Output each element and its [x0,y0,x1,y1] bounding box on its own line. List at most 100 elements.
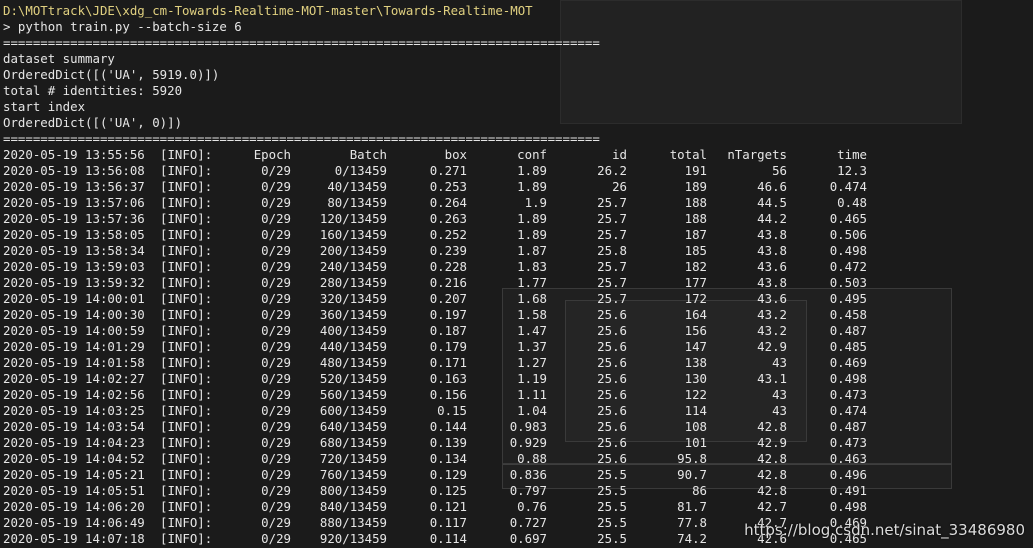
cell-conf: 1.77 [517,275,547,290]
cell-time: 0.506 [829,227,867,242]
cell-id: 25.6 [597,339,627,354]
cell-time: 0.487 [829,323,867,338]
cell-epoch: 0/29 [261,243,291,258]
cell-box: 0.263 [429,211,467,226]
column-header-conf: conf [517,147,547,162]
log-row: 2020-05-19 14:04:52 [INFO]: 0/29 720/13459 0… [3,451,867,467]
log-level-tag: [INFO]: [160,291,213,306]
cell-time: 0.463 [829,451,867,466]
cell-ntargets: 42.8 [757,467,787,482]
cell-box: 0.117 [429,515,467,530]
column-header-time: time [837,147,867,162]
column-header-ntargets: nTargets [727,147,787,162]
cell-conf: 1.68 [517,291,547,306]
cell-batch: 360/13459 [319,307,387,322]
cell-total: 185 [684,243,707,258]
log-row: 2020-05-19 14:00:30 [INFO]: 0/29 360/13459 0… [3,307,867,323]
cell-ntargets: 42.8 [757,483,787,498]
log-timestamp: 2020-05-19 14:02:27 [3,371,145,386]
log-timestamp: 2020-05-19 14:04:52 [3,451,145,466]
log-row: 2020-05-19 13:58:05 [INFO]: 0/29 160/13459 0… [3,227,867,243]
log-level-tag: [INFO]: [160,483,213,498]
terminal-window[interactable]: D:\MOTtrack\JDE\xdg_cm-Towards-Realtime-… [0,0,1033,548]
separator-line: ========================================… [3,131,600,146]
cell-id: 25.5 [597,515,627,530]
log-rows: 2020-05-19 13:56:08 [INFO]: 0/29 0/13459 0.2… [3,163,867,547]
cell-box: 0.134 [429,451,467,466]
log-timestamp: 2020-05-19 14:06:20 [3,499,145,514]
cell-id: 25.6 [597,323,627,338]
log-header-row: 2020-05-19 13:55:56 [INFO]: Epoch Batch … [3,147,867,163]
log-timestamp: 2020-05-19 13:58:05 [3,227,145,242]
log-timestamp: 2020-05-19 13:57:06 [3,195,145,210]
cell-id: 25.6 [597,371,627,386]
log-level-tag: [INFO]: [160,323,213,338]
log-row: 2020-05-19 13:56:08 [INFO]: 0/29 0/13459 0.2… [3,163,867,179]
log-timestamp: 2020-05-19 14:03:54 [3,419,145,434]
cell-time: 0.469 [829,355,867,370]
log-row: 2020-05-19 14:00:59 [INFO]: 0/29 400/13459 0… [3,323,867,339]
cell-batch: 600/13459 [319,403,387,418]
cell-batch: 880/13459 [319,515,387,530]
log-level-tag: [INFO]: [160,339,213,354]
cell-batch: 680/13459 [319,435,387,450]
cell-total: 74.2 [677,531,707,546]
cell-id: 25.7 [597,275,627,290]
log-level-tag: [INFO]: [160,275,213,290]
cell-ntargets: 43.2 [757,323,787,338]
log-timestamp: 2020-05-19 13:59:03 [3,259,145,274]
cell-ntargets: 42.8 [757,419,787,434]
cell-time: 0.472 [829,259,867,274]
log-row: 2020-05-19 13:57:06 [INFO]: 0/29 80/13459 0.… [3,195,867,211]
column-header-epoch: Epoch [253,147,291,162]
cell-batch: 800/13459 [319,483,387,498]
cell-total: 130 [684,371,707,386]
cell-conf: 1.47 [517,323,547,338]
cell-conf: 1.89 [517,227,547,242]
log-row: 2020-05-19 14:06:49 [INFO]: 0/29 880/13459 0… [3,515,867,531]
log-timestamp: 2020-05-19 14:00:01 [3,291,145,306]
cell-time: 0.474 [829,179,867,194]
log-level-tag: [INFO]: [160,467,213,482]
log-timestamp: 2020-05-19 14:03:25 [3,403,145,418]
cell-box: 0.228 [429,259,467,274]
cell-batch: 160/13459 [319,227,387,242]
summary-line: total # identities: 5920 [3,83,183,98]
cell-time: 0.473 [829,387,867,402]
cell-batch: 120/13459 [319,211,387,226]
log-row: 2020-05-19 14:03:54 [INFO]: 0/29 640/13459 0… [3,419,867,435]
cell-total: 147 [684,339,707,354]
log-level-tag: [INFO]: [160,147,213,162]
cell-batch: 920/13459 [319,531,387,546]
log-row: 2020-05-19 13:59:32 [INFO]: 0/29 280/13459 0… [3,275,867,291]
log-timestamp: 2020-05-19 14:01:58 [3,355,145,370]
column-header-batch: Batch [349,147,387,162]
cell-epoch: 0/29 [261,227,291,242]
cell-total: 90.7 [677,467,707,482]
cell-conf: 1.04 [517,403,547,418]
cell-conf: 1.87 [517,243,547,258]
cell-epoch: 0/29 [261,403,291,418]
log-row: 2020-05-19 14:00:01 [INFO]: 0/29 320/13459 0… [3,291,867,307]
cell-time: 0.498 [829,371,867,386]
cell-box: 0.156 [429,387,467,402]
cell-time: 0.487 [829,419,867,434]
cell-batch: 400/13459 [319,323,387,338]
log-level-tag: [INFO]: [160,243,213,258]
cell-id: 25.8 [597,243,627,258]
cell-ntargets: 43.6 [757,291,787,306]
cell-epoch: 0/29 [261,515,291,530]
cell-ntargets: 44.5 [757,195,787,210]
cell-time: 12.3 [837,163,867,178]
cell-conf: 0.983 [509,419,547,434]
column-header-total: total [669,147,707,162]
cell-batch: 0/13459 [334,163,387,178]
cell-total: 156 [684,323,707,338]
cell-box: 0.187 [429,323,467,338]
cell-conf: 1.89 [517,211,547,226]
cell-epoch: 0/29 [261,323,291,338]
cell-ntargets: 42.7 [757,499,787,514]
cell-box: 0.207 [429,291,467,306]
cell-id: 25.6 [597,307,627,322]
console-output: D:\MOTtrack\JDE\xdg_cm-Towards-Realtime-… [3,3,867,547]
